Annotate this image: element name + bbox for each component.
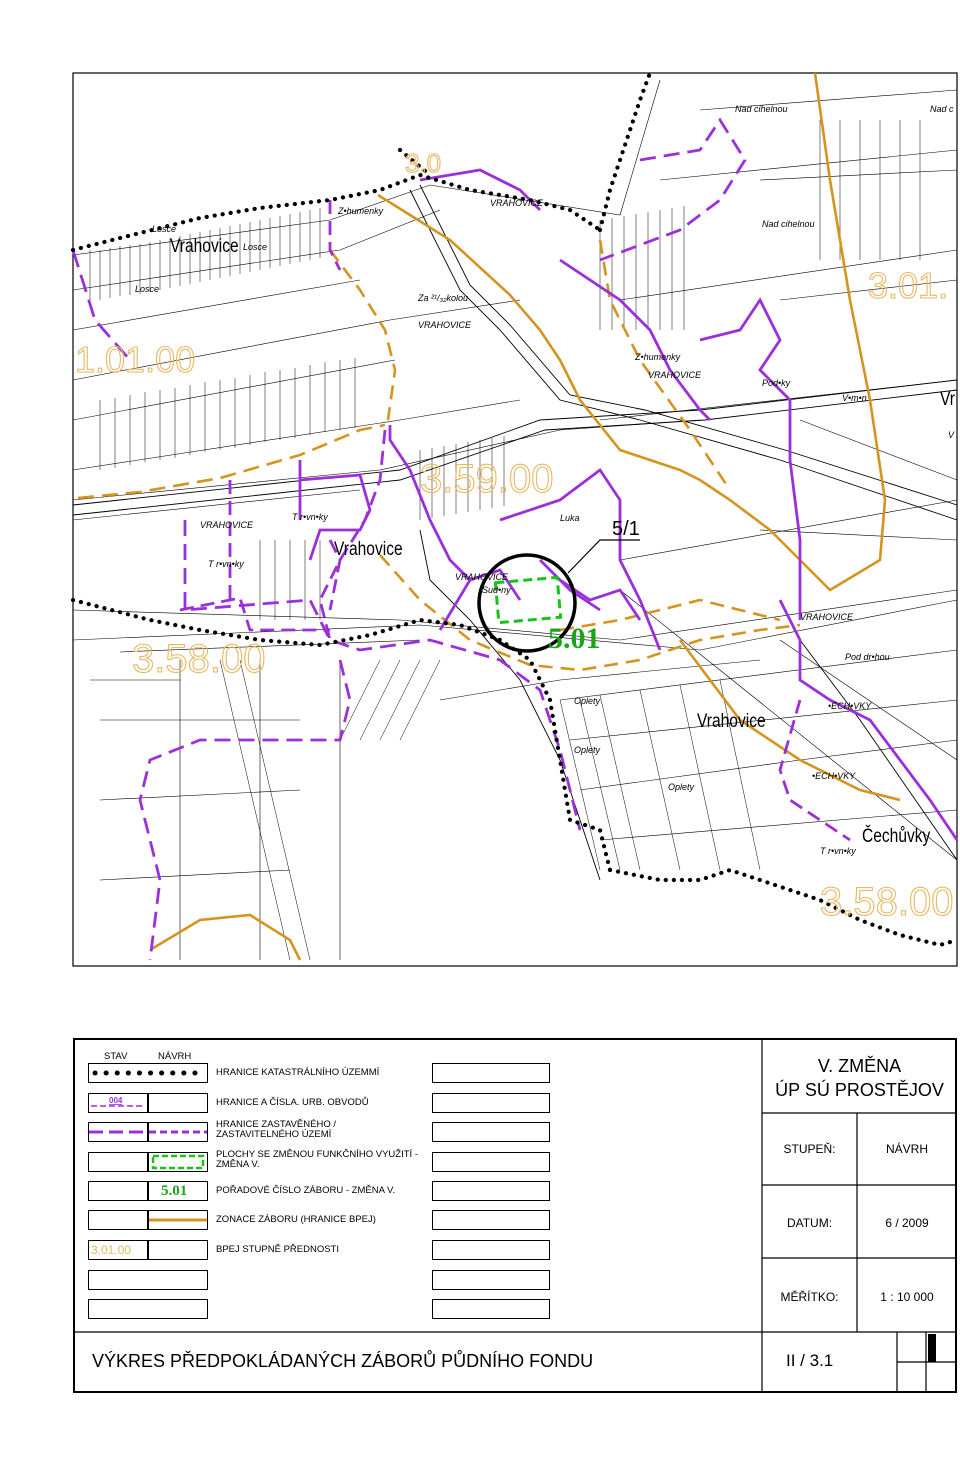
scale-label: MĚŘÍTKO: (780, 1290, 839, 1304)
scale-value: 1 : 10 000 (880, 1290, 934, 1304)
drawing-title: VÝKRES PŘEDPOKLÁDANÝCH ZÁBORŮ PŮDNÍHO FO… (92, 1351, 594, 1371)
stage-label: STUPEŇ: (783, 1142, 836, 1156)
date-label: DATUM: (786, 1216, 833, 1230)
plan-title: ÚP SÚ PROSTĚJOV (775, 1080, 944, 1100)
stage-value: NÁVRH (885, 1142, 928, 1156)
drawing-number: II / 3.1 (786, 1351, 834, 1370)
title-block-grid (73, 1038, 957, 1393)
date-value: 6 / 2009 (885, 1216, 929, 1230)
change-title: V. ZMĚNA (817, 1056, 902, 1076)
